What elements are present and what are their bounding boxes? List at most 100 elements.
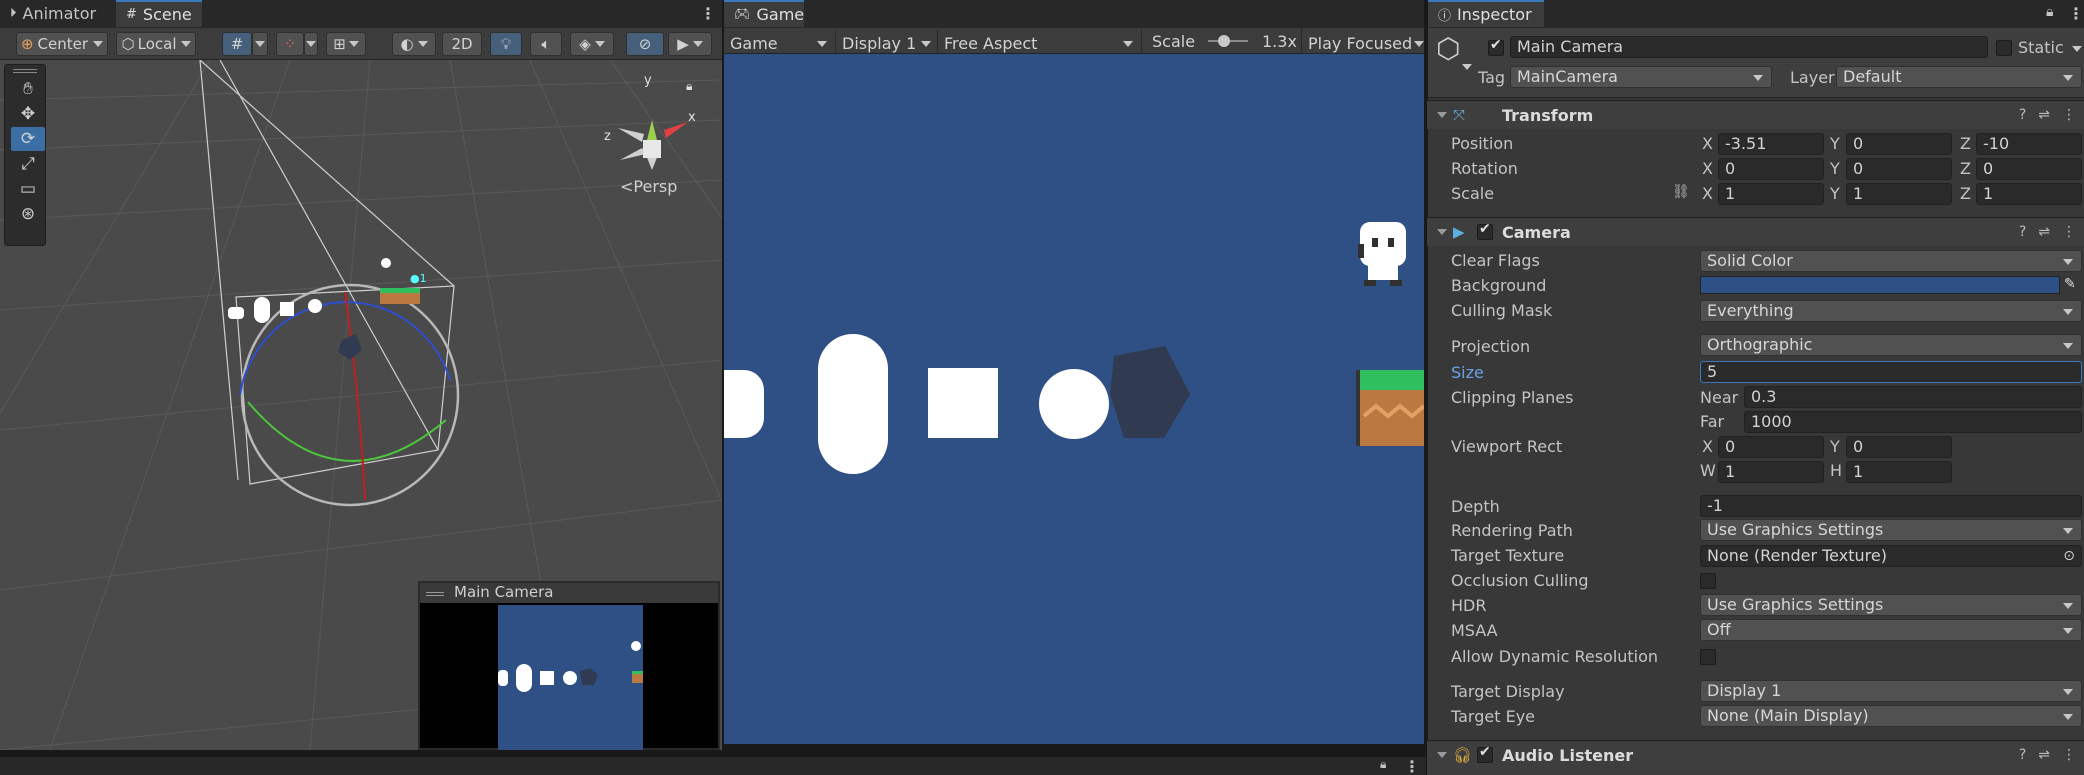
- projection-dropdown[interactable]: Orthographic: [1700, 334, 2082, 356]
- chevron-down-icon: [1414, 41, 1424, 47]
- game-view[interactable]: [724, 54, 1424, 744]
- space-local-dropdown[interactable]: ⬡ Local: [116, 32, 196, 56]
- lock-icon[interactable]: 🔒︎: [1380, 757, 1386, 772]
- position-y-field[interactable]: 0: [1846, 133, 1952, 155]
- increment-snap-dropdown[interactable]: [304, 32, 318, 56]
- object-name-field[interactable]: Main Camera: [1510, 36, 1988, 58]
- component-menu-icon[interactable]: ⋮: [2062, 747, 2076, 763]
- background-color-swatch[interactable]: [1700, 276, 2060, 294]
- layer-dropdown[interactable]: Default: [1836, 66, 2082, 88]
- transform-header[interactable]: ⤧ Transform ? ⇌ ⋮: [1427, 100, 2084, 129]
- help-icon[interactable]: ?: [2019, 224, 2026, 240]
- tools-drag-handle[interactable]: [13, 69, 37, 73]
- aspect-dropdown[interactable]: Free Aspect: [938, 30, 1142, 56]
- rendering-path-dropdown[interactable]: Use Graphics Settings: [1700, 519, 2082, 541]
- scale-x-field[interactable]: 1: [1718, 183, 1824, 205]
- inspector-menu-icon[interactable]: ⋮: [2068, 6, 2084, 22]
- tab-scene[interactable]: # Scene: [116, 0, 202, 27]
- occlusion-culling-label: Occlusion Culling: [1451, 571, 1589, 590]
- rotation-x-field[interactable]: 0: [1718, 158, 1824, 180]
- component-menu-icon[interactable]: ⋮: [2062, 224, 2076, 240]
- constrain-proportions-icon[interactable]: ⛓︎: [1672, 184, 1690, 200]
- target-texture-label: Target Texture: [1451, 546, 1565, 565]
- mode-2d-button[interactable]: 2D: [442, 32, 482, 56]
- depth-field[interactable]: -1: [1700, 495, 2082, 517]
- increment-snap-button[interactable]: ⁘: [276, 32, 304, 56]
- lock-icon[interactable]: 🔒︎: [2046, 4, 2053, 20]
- hdr-dropdown[interactable]: Use Graphics Settings: [1700, 594, 2082, 616]
- preset-icon[interactable]: ⇌: [2038, 224, 2050, 240]
- drag-handle-icon[interactable]: [426, 592, 444, 596]
- culling-mask-label: Culling Mask: [1451, 301, 1553, 320]
- draw-mode-dropdown[interactable]: ◐: [392, 32, 436, 56]
- scale-z-field[interactable]: 1: [1976, 183, 2082, 205]
- object-active-checkbox[interactable]: [1488, 37, 1504, 56]
- far-field[interactable]: 1000: [1744, 411, 2082, 433]
- target-eye-dropdown[interactable]: None (Main Display): [1700, 705, 2082, 727]
- dynamic-resolution-checkbox[interactable]: [1700, 649, 1716, 665]
- size-field[interactable]: 5: [1700, 361, 2082, 383]
- near-field[interactable]: 0.3: [1744, 386, 2082, 408]
- chevron-down-icon[interactable]: [2072, 46, 2082, 52]
- scene-viewport[interactable]: ●1 y x z 🔒︎ <Persp ✋︎ ✥ ⟳ ⤢ ▭ ⊛ Main Cam…: [0, 60, 722, 750]
- persp-label[interactable]: <Persp: [620, 177, 677, 196]
- target-texture-field[interactable]: None (Render Texture) ⊙: [1700, 545, 2082, 567]
- camera-header[interactable]: ▶ Camera ? ⇌ ⋮: [1427, 217, 2084, 246]
- preset-icon[interactable]: ⇌: [2038, 747, 2050, 763]
- audio-listener-enabled-checkbox[interactable]: [1477, 744, 1493, 763]
- position-x-field[interactable]: -3.51: [1718, 133, 1824, 155]
- display-dropdown[interactable]: Display 1: [836, 30, 938, 56]
- tab-game[interactable]: 🎮︎ Game: [724, 0, 804, 27]
- chevron-down-icon[interactable]: [1462, 64, 1472, 70]
- hand-tool-button[interactable]: ✋︎: [11, 77, 45, 101]
- grid-snap-dropdown[interactable]: [252, 32, 268, 56]
- pivot-center-dropdown[interactable]: ⊕ Center: [16, 32, 108, 56]
- scale-slider[interactable]: [1208, 35, 1248, 47]
- tab-scene-label: Scene: [142, 5, 192, 24]
- move-tool-button[interactable]: ✥: [11, 102, 45, 126]
- eyedropper-icon[interactable]: ✎: [2064, 276, 2076, 292]
- viewport-x-field[interactable]: 0: [1718, 436, 1824, 458]
- preset-icon[interactable]: ⇌: [2038, 107, 2050, 123]
- status-menu-icon[interactable]: ⋮: [1404, 759, 1420, 775]
- scale-y-field[interactable]: 1: [1846, 183, 1952, 205]
- audio-listener-header[interactable]: 🎧︎ Audio Listener ? ⇌ ⋮: [1427, 740, 2084, 775]
- tag-dropdown[interactable]: MainCamera: [1510, 66, 1772, 88]
- help-icon[interactable]: ?: [2019, 107, 2026, 123]
- grid-snap-button[interactable]: #: [222, 32, 252, 56]
- culling-mask-dropdown[interactable]: Everything: [1700, 300, 2082, 322]
- rotate-tool-button[interactable]: ⟳: [11, 127, 45, 151]
- tab-animator[interactable]: ⏵ Animator: [0, 0, 106, 27]
- clear-flags-dropdown[interactable]: Solid Color: [1700, 250, 2082, 272]
- viewport-y-field[interactable]: 0: [1846, 436, 1952, 458]
- static-checkbox[interactable]: [1996, 40, 2012, 56]
- tab-inspector[interactable]: ⓘ Inspector: [1428, 0, 1544, 27]
- object-picker-icon[interactable]: ⊙: [2063, 546, 2075, 566]
- scale-tool-button[interactable]: ⤢: [11, 152, 45, 176]
- scene-panel-menu-icon[interactable]: ⋮: [700, 6, 716, 22]
- viewport-w-field[interactable]: 1: [1718, 461, 1824, 483]
- camera-enabled-checkbox[interactable]: [1477, 221, 1493, 240]
- clear-flags-label: Clear Flags: [1451, 251, 1540, 270]
- component-menu-icon[interactable]: ⋮: [2062, 107, 2076, 123]
- align-button[interactable]: ⊞: [326, 32, 366, 56]
- effects-toggle[interactable]: ◈: [570, 32, 614, 56]
- scene-visibility-toggle[interactable]: ⊘: [626, 32, 664, 56]
- target-display-dropdown[interactable]: Display 1: [1700, 680, 2082, 702]
- scale-slider-knob[interactable]: [1218, 35, 1230, 47]
- viewport-h-field[interactable]: 1: [1846, 461, 1952, 483]
- lighting-toggle[interactable]: 💡︎: [490, 32, 522, 56]
- rect-tool-button[interactable]: ▭: [11, 177, 45, 201]
- scene-camera-dropdown[interactable]: ▶: [668, 32, 712, 56]
- msaa-dropdown[interactable]: Off: [1700, 619, 2082, 641]
- occlusion-culling-checkbox[interactable]: [1700, 573, 1716, 589]
- rotation-z-field[interactable]: 0: [1976, 158, 2082, 180]
- lightbulb-icon: 💡︎: [500, 35, 512, 53]
- play-mode-dropdown[interactable]: Play Focused: [1302, 30, 1424, 56]
- help-icon[interactable]: ?: [2019, 747, 2026, 763]
- position-z-field[interactable]: -10: [1976, 133, 2082, 155]
- transform-tool-button[interactable]: ⊛: [11, 202, 45, 226]
- rotation-y-field[interactable]: 0: [1846, 158, 1952, 180]
- game-view-dropdown[interactable]: Game: [724, 30, 836, 56]
- audio-toggle[interactable]: 🔈︎: [530, 32, 562, 56]
